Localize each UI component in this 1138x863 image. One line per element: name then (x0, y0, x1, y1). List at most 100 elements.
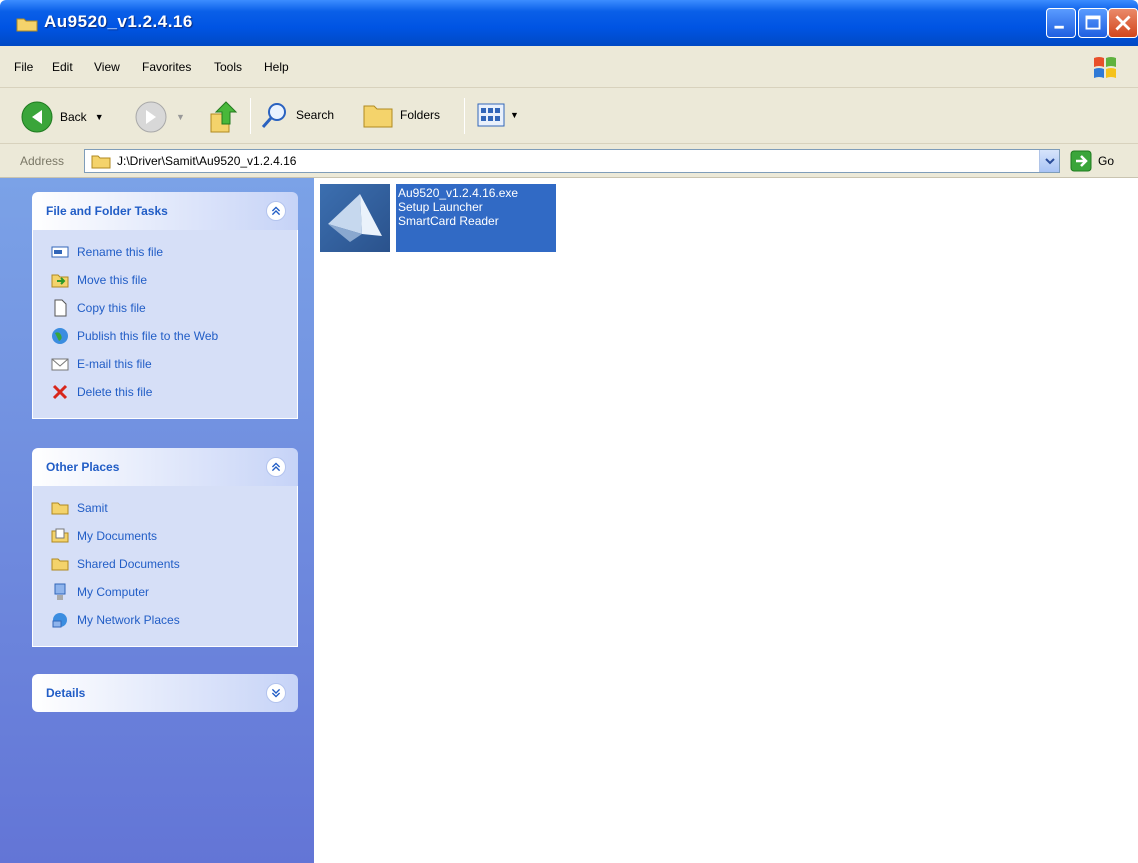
folders-label: Folders (400, 108, 441, 122)
file-company: SmartCard Reader (398, 214, 499, 228)
task-publish[interactable]: Publish this file to the Web (33, 322, 297, 350)
windows-logo-icon (1094, 57, 1116, 78)
move-file-icon (51, 274, 69, 288)
my-documents-icon (51, 528, 69, 543)
menu-view[interactable]: View (94, 60, 120, 74)
chevron-down-icon: ▼ (510, 110, 519, 120)
forward-button[interactable]: ▼ (134, 100, 185, 134)
address-dropdown-button[interactable] (1039, 150, 1059, 172)
delete-x-icon (52, 384, 68, 400)
go-label: Go (1098, 154, 1115, 168)
collapse-chevron-icon[interactable] (266, 457, 286, 477)
views-button[interactable]: ▼ (476, 100, 519, 130)
address-label: Address (20, 154, 65, 168)
panel-header[interactable]: Details (32, 674, 298, 712)
views-icon (477, 103, 505, 127)
file-item[interactable]: Au9520_v1.2.4.16.exe Setup Launcher Smar… (320, 184, 556, 252)
search-label: Search (296, 108, 335, 122)
chevron-down-icon: ▼ (176, 112, 185, 122)
address-bar: Address J:\Driver\Samit\Au9520_v1.2.4.16… (0, 144, 1138, 178)
panel-title: Details (46, 686, 86, 700)
maximize-icon (1085, 15, 1101, 30)
toolbar: Back ▼ ▼ Search Folders ▼ (0, 88, 1138, 144)
place-my-computer[interactable]: My Computer (33, 578, 297, 606)
expand-chevron-icon[interactable] (266, 683, 286, 703)
setup-file-icon (320, 184, 390, 252)
task-label: Copy this file (77, 301, 146, 315)
forward-arrow-icon (135, 101, 167, 133)
panel-title: Other Places (46, 460, 120, 474)
go-button[interactable]: Go (1070, 150, 1114, 172)
place-label: Shared Documents (77, 557, 180, 571)
up-folder-icon (210, 101, 238, 133)
maximize-button[interactable] (1078, 8, 1108, 38)
file-list-area[interactable]: Au9520_v1.2.4.16.exe Setup Launcher Smar… (314, 178, 1138, 863)
task-label: Rename this file (77, 245, 164, 259)
toolbar-separator (464, 98, 465, 134)
menu-tools[interactable]: Tools (214, 60, 242, 74)
place-my-documents[interactable]: My Documents (33, 522, 297, 550)
address-input[interactable]: J:\Driver\Samit\Au9520_v1.2.4.16 (84, 149, 1060, 173)
computer-icon (54, 583, 66, 600)
title-bar: Au9520_v1.2.4.16 (0, 0, 1138, 46)
place-shared-documents[interactable]: Shared Documents (33, 550, 297, 578)
task-label: Publish this file to the Web (77, 329, 219, 343)
panel-header[interactable]: File and Folder Tasks (32, 192, 298, 230)
back-label: Back (60, 110, 87, 124)
back-arrow-icon (21, 101, 53, 133)
panel-body: Rename this file Move this file Copy thi… (32, 230, 298, 419)
menu-bar: File Edit View Favorites Tools Help (0, 46, 1138, 88)
file-folder-tasks-panel: File and Folder Tasks Rename this file M… (32, 192, 298, 419)
up-folder-button[interactable] (208, 100, 238, 134)
panel-body: Samit My Documents Shared Documents My C… (32, 486, 298, 647)
folder-icon (51, 558, 69, 571)
task-pane: File and Folder Tasks Rename this file M… (0, 178, 314, 863)
search-button[interactable]: Search (260, 100, 334, 130)
window-title: Au9520_v1.2.4.16 (44, 12, 193, 31)
place-samit[interactable]: Samit (33, 494, 297, 522)
task-email[interactable]: E-mail this file (33, 350, 297, 378)
folder-icon (16, 18, 38, 32)
file-description: Setup Launcher (398, 200, 483, 214)
address-path: J:\Driver\Samit\Au9520_v1.2.4.16 (117, 154, 297, 168)
menu-file[interactable]: File (14, 60, 33, 74)
folder-icon (91, 155, 111, 169)
back-button[interactable]: Back ▼ (20, 100, 104, 134)
toolbar-separator (250, 98, 251, 134)
rename-icon (51, 246, 69, 258)
place-my-network-places[interactable]: My Network Places (33, 606, 297, 634)
go-arrow-icon (1070, 150, 1092, 172)
menu-edit[interactable]: Edit (52, 60, 73, 74)
panel-header[interactable]: Other Places (32, 448, 298, 486)
task-label: Delete this file (77, 385, 153, 399)
menu-help[interactable]: Help (264, 60, 289, 74)
file-label: Au9520_v1.2.4.16.exe Setup Launcher Smar… (396, 184, 556, 252)
task-move[interactable]: Move this file (33, 266, 297, 294)
minimize-icon (1054, 25, 1064, 29)
folders-icon (363, 105, 393, 128)
search-icon (261, 103, 286, 128)
minimize-button[interactable] (1046, 8, 1076, 38)
copy-file-icon (54, 299, 67, 317)
folders-button[interactable]: Folders (362, 100, 440, 130)
close-button[interactable] (1108, 8, 1138, 38)
task-copy[interactable]: Copy this file (33, 294, 297, 322)
file-name: Au9520_v1.2.4.16.exe (398, 186, 519, 200)
chevron-down-icon (1045, 158, 1055, 165)
task-delete[interactable]: Delete this file (33, 378, 297, 406)
place-label: My Network Places (77, 613, 180, 627)
folder-icon (51, 502, 69, 515)
task-label: Move this file (77, 273, 148, 287)
place-label: My Documents (77, 529, 158, 543)
panel-title: File and Folder Tasks (46, 204, 168, 218)
task-rename[interactable]: Rename this file (33, 238, 297, 266)
close-icon (1115, 15, 1131, 31)
globe-icon (52, 328, 68, 344)
email-icon (51, 358, 69, 371)
network-icon (52, 613, 67, 628)
other-places-panel: Other Places Samit My Documents Shared D… (32, 448, 298, 647)
menu-favorites[interactable]: Favorites (142, 60, 191, 74)
task-label: E-mail this file (77, 357, 152, 371)
chevron-down-icon[interactable]: ▼ (95, 112, 104, 122)
collapse-chevron-icon[interactable] (266, 201, 286, 221)
